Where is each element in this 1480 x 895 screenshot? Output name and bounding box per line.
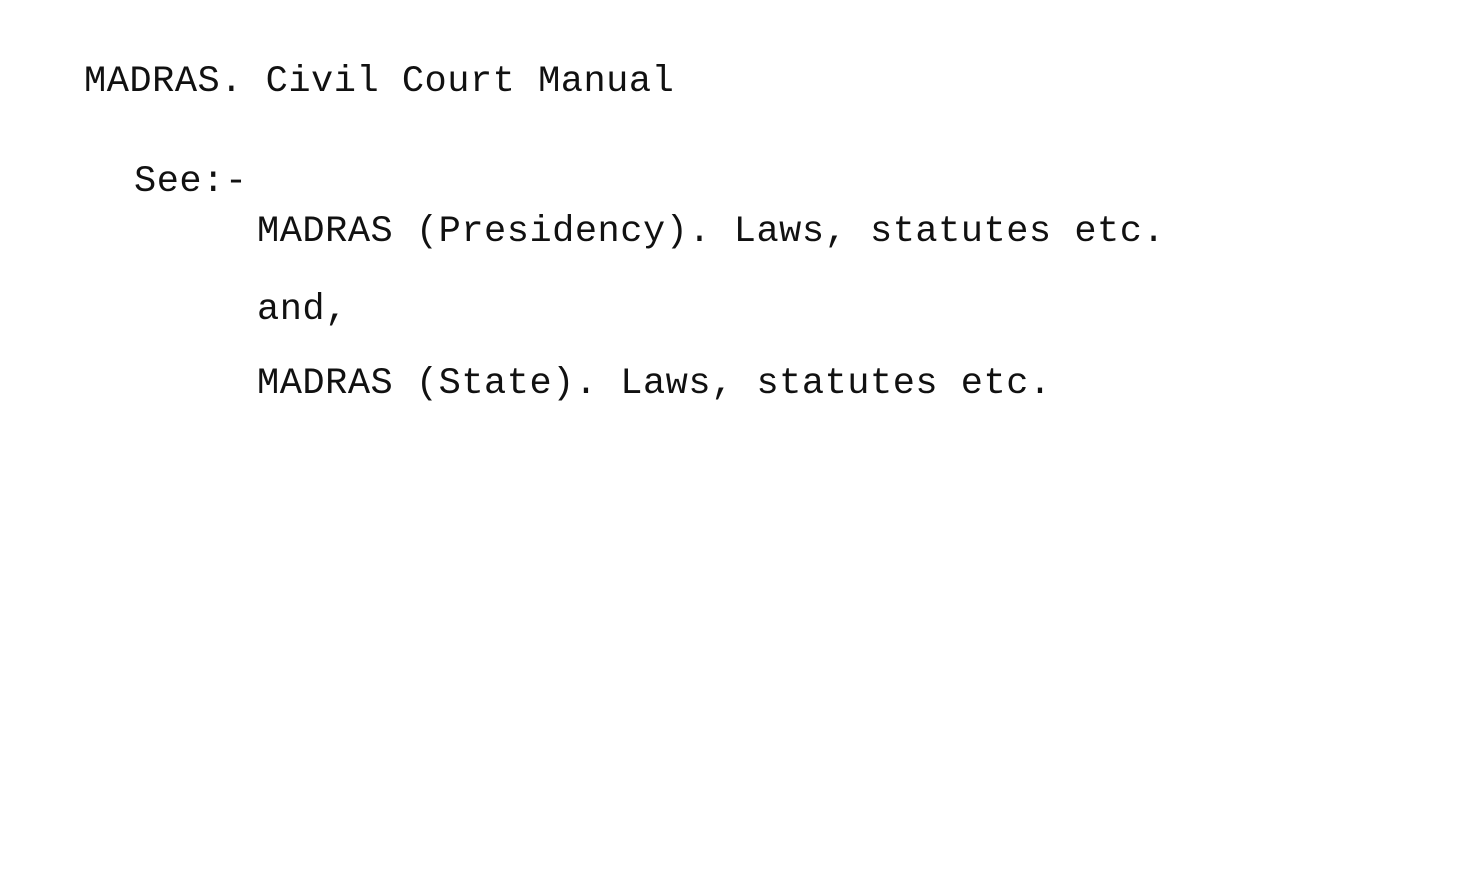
reference-presidency: MADRAS (Presidency). Laws, statutes etc. — [257, 211, 1166, 253]
catalog-card: MADRAS. Civil Court Manual See:- MADRAS … — [0, 0, 1480, 895]
card-heading: MADRAS. Civil Court Manual — [84, 61, 675, 103]
see-label: See:- — [134, 161, 248, 203]
conjunction-text: and, — [257, 289, 348, 331]
reference-state: MADRAS (State). Laws, statutes etc. — [257, 363, 1052, 405]
